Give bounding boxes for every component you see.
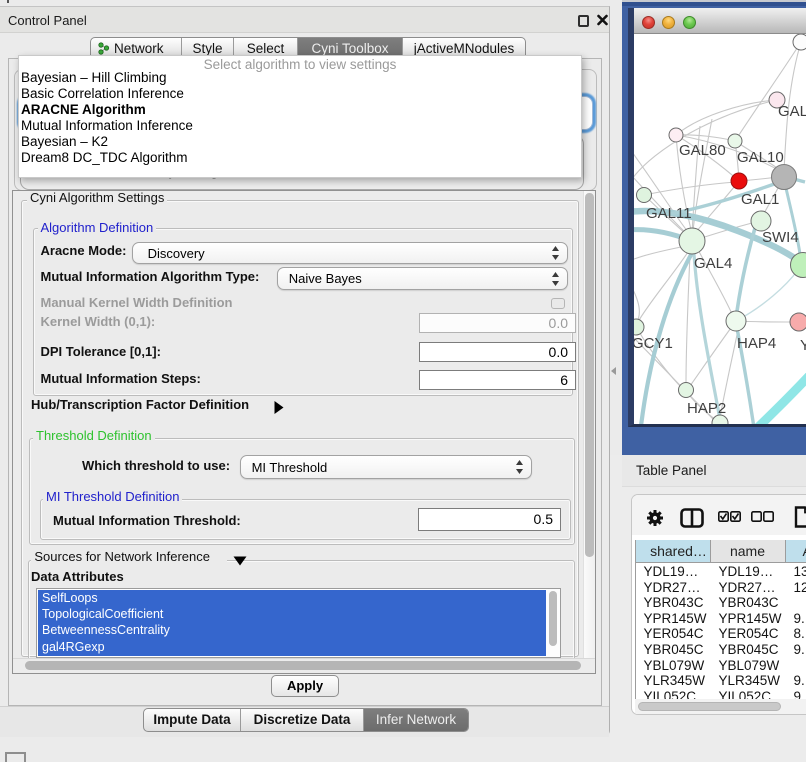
svg-text:HAP2: HAP2 [687, 400, 726, 417]
svg-text:GCY1: GCY1 [634, 335, 673, 352]
svg-text:GAL4: GAL4 [694, 255, 732, 272]
svg-text:HAP4: HAP4 [737, 335, 776, 352]
svg-text:Y: Y [800, 337, 806, 354]
svg-text:GAL10: GAL10 [737, 149, 784, 166]
svg-text:GAL11: GAL11 [646, 205, 692, 222]
svg-text:GAL80: GAL80 [679, 142, 726, 159]
svg-text:SWI4: SWI4 [762, 229, 799, 246]
svg-text:GAL1: GAL1 [741, 191, 779, 208]
svg-text:GAL7: GAL7 [778, 103, 806, 120]
